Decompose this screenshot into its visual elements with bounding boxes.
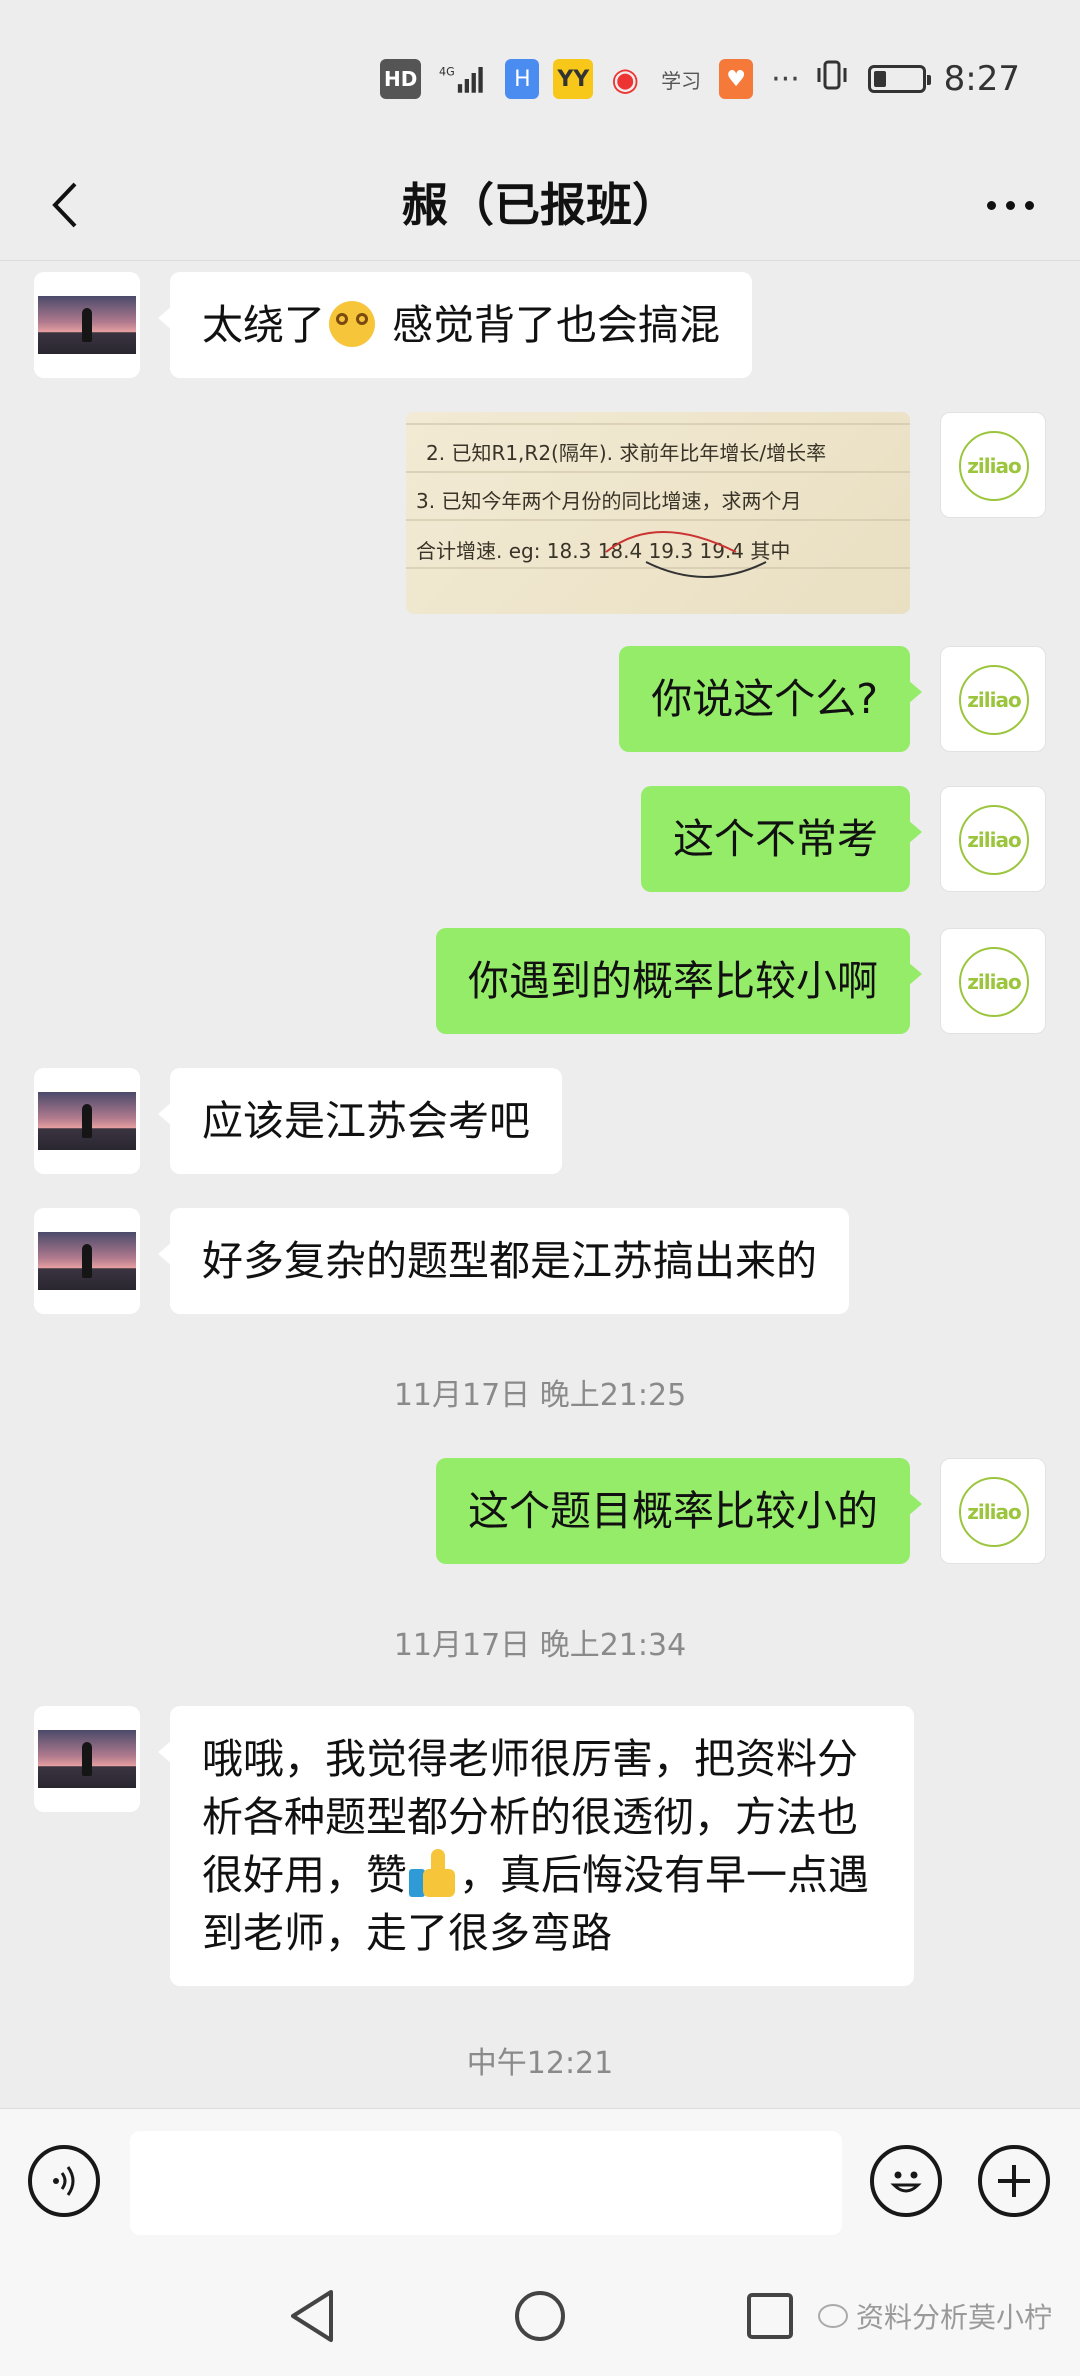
voice-icon <box>53 2166 75 2196</box>
avatar-logo-text: ziliao <box>967 1500 1021 1524</box>
message-bubble-outgoing[interactable]: 你遇到的概率比较小啊 <box>436 928 922 1034</box>
image-line-1: 2. 已知R1,R2(隔年). 求前年比年增长/增长率 <box>426 441 826 465</box>
voice-button[interactable] <box>28 2145 100 2217</box>
message-text: 这个不常考 <box>673 815 878 863</box>
emoji-button[interactable] <box>870 2145 942 2217</box>
message-text: 你说这个么? <box>651 675 878 723</box>
triangle-back-icon <box>291 2290 333 2342</box>
message-input[interactable] <box>130 2131 842 2235</box>
chat-title: 赧（已报班） <box>402 178 678 232</box>
vibrate-icon <box>814 57 850 102</box>
message-text: 太绕了 <box>202 301 325 349</box>
my-avatar[interactable]: ziliao <box>940 786 1046 892</box>
title-bar: 赧（已报班） <box>0 150 1080 261</box>
contact-avatar[interactable] <box>34 1068 140 1174</box>
message-timestamp: 中午12:21 <box>466 2046 614 2081</box>
message-text: 感觉背了也会搞混 <box>379 301 721 349</box>
nav-home-button[interactable] <box>510 2286 570 2346</box>
input-bar <box>0 2108 1080 2257</box>
message-bubble-incoming[interactable]: 哦哦，我觉得老师很厉害，把资料分析各种题型都分析的很透彻，方法也很好用，赞 ，真后… <box>158 1706 914 1986</box>
wechat-official-icon <box>817 2304 848 2328</box>
handwritten-notes-image: 2. 已知R1,R2(隔年). 求前年比年增长/增长率 3. 已知今年两个月份的… <box>406 423 910 578</box>
nav-recents-button[interactable] <box>740 2286 800 2346</box>
more-options-button[interactable] <box>960 170 1060 240</box>
weibo-icon: ◉ <box>611 60 640 98</box>
avatar-logo-text: ziliao <box>967 454 1021 478</box>
dizzy-face-emoji-icon <box>329 301 375 347</box>
system-nav-bar: 资料分析莫小柠 <box>0 2256 1080 2376</box>
xuexi-icon: 学习 <box>661 68 702 93</box>
status-bar: HD 4G H YY ◉ 学习 ♥ ··· 8:27 <box>0 0 1080 150</box>
status-icons: HD 4G H YY ◉ 学习 ♥ ··· <box>380 55 804 103</box>
avatar-logo-text: ziliao <box>967 970 1021 994</box>
add-more-button[interactable] <box>978 2145 1050 2217</box>
avatar-logo-text: ziliao <box>967 688 1021 712</box>
image-message[interactable]: 2. 已知R1,R2(隔年). 求前年比年增长/增长率 3. 已知今年两个月份的… <box>406 412 910 614</box>
watermark: 资料分析莫小柠 <box>817 2296 1052 2336</box>
hd-icon: HD <box>380 59 422 99</box>
message-bubble-outgoing[interactable]: 你说这个么? <box>619 646 922 752</box>
more-dots-icon: ··· <box>771 61 800 97</box>
message-bubble-incoming[interactable]: 太绕了 感觉背了也会搞混 <box>157 272 753 378</box>
network-type: 4G <box>439 66 455 79</box>
battery-icon <box>867 65 931 93</box>
smiley-icon <box>890 2171 922 2193</box>
heart-app-icon: ♥ <box>719 59 754 99</box>
message-bubble-outgoing[interactable]: 这个不常考 <box>641 786 922 892</box>
signal-icon: 4G <box>435 59 491 99</box>
nav-back-button[interactable] <box>282 2286 342 2346</box>
image-line-2: 3. 已知今年两个月份的同比增速，求两个月 <box>416 489 801 513</box>
message-text: 应该是江苏会考吧 <box>202 1097 530 1145</box>
message-bubble-incoming[interactable]: 好多复杂的题型都是江苏搞出来的 <box>158 1208 849 1314</box>
contact-avatar[interactable] <box>34 1208 140 1314</box>
message-text: 你遇到的概率比较小啊 <box>468 957 878 1005</box>
message-timestamp: 11月17日 晚上21:34 <box>393 1628 687 1663</box>
square-recents-icon <box>747 2293 793 2339</box>
clock: 8:27 <box>943 59 1020 99</box>
contact-avatar[interactable] <box>34 272 140 378</box>
message-bubble-outgoing[interactable]: 这个题目概率比较小的 <box>436 1458 922 1564</box>
yy-icon: YY <box>553 59 594 99</box>
status-right: 8:27 <box>814 55 1020 103</box>
message-timestamp: 11月17日 晚上21:25 <box>393 1378 687 1413</box>
app-h-icon: H <box>505 59 540 99</box>
message-text: 好多复杂的题型都是江苏搞出来的 <box>202 1237 817 1285</box>
message-bubble-incoming[interactable]: 应该是江苏会考吧 <box>158 1068 562 1174</box>
contact-avatar[interactable] <box>34 1706 140 1812</box>
my-avatar[interactable]: ziliao <box>940 928 1046 1034</box>
my-avatar[interactable]: ziliao <box>940 412 1046 518</box>
my-avatar[interactable]: ziliao <box>940 1458 1046 1564</box>
my-avatar[interactable]: ziliao <box>940 646 1046 752</box>
battery-fill <box>873 71 886 87</box>
plus-icon <box>998 2165 1030 2197</box>
circle-home-icon <box>515 2291 565 2341</box>
thumbs-up-emoji-icon <box>409 1849 457 1897</box>
avatar-logo-text: ziliao <box>967 828 1021 852</box>
message-text: 这个题目概率比较小的 <box>468 1487 878 1535</box>
